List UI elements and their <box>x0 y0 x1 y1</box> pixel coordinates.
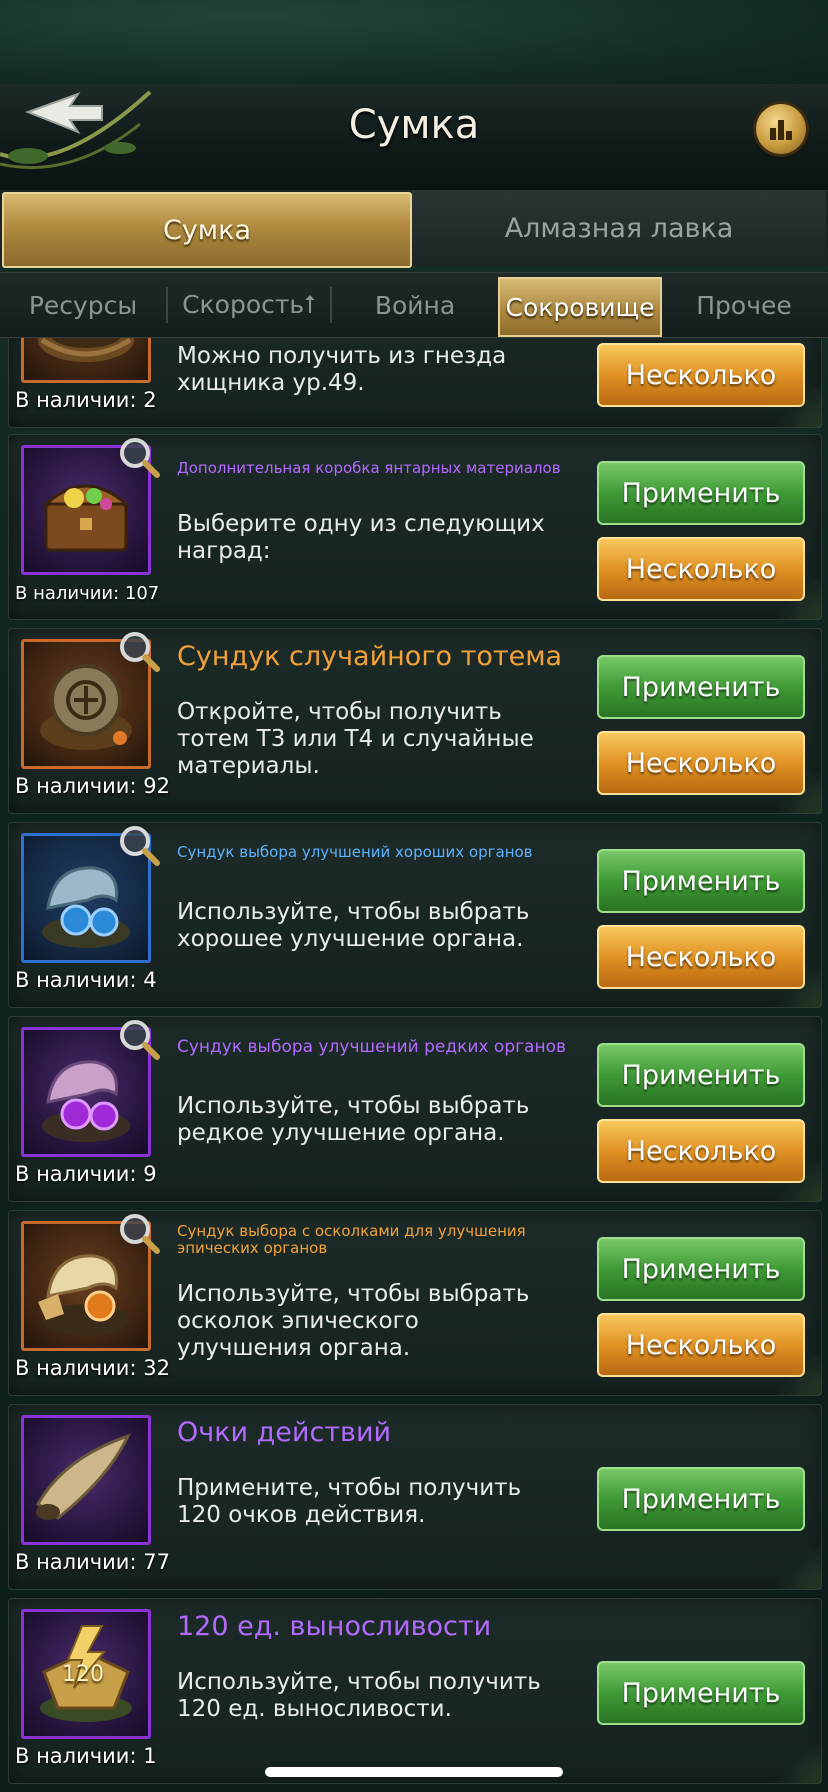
item-description: Выберите одну из следующих наград: <box>177 511 545 564</box>
tab-bag[interactable]: Сумка <box>2 192 412 268</box>
tab-diamond-shop[interactable]: Алмазная лавка <box>412 190 826 266</box>
list-item: В наличии: 4 Сундук выбора улучшений хор… <box>8 822 822 1008</box>
item-description: Используйте, чтобы выбрать осколок эпиче… <box>177 1281 530 1361</box>
tab-treasure[interactable]: Сокровище <box>498 277 662 337</box>
apply-button[interactable]: Применить <box>597 461 805 525</box>
magnifier-icon <box>120 632 160 672</box>
item-count: В наличии: 9 <box>15 1162 157 1186</box>
apply-button[interactable]: Применить <box>597 1237 805 1301</box>
use-multiple-button[interactable]: Несколько <box>597 1313 805 1377</box>
list-item: В наличии: 2 Можно получить из гнезда хи… <box>8 338 822 428</box>
apply-button[interactable]: Применить <box>597 1467 805 1531</box>
list-item: В наличии: 32 Сундук выбора с осколками … <box>8 1210 822 1396</box>
item-count: В наличии: 107 <box>15 583 160 604</box>
bar-chart-icon <box>770 120 792 140</box>
tab-other[interactable]: Прочее <box>660 273 828 337</box>
item-icon-frame: 120 <box>21 1609 151 1739</box>
list-item: В наличии: 107 Дополнительная коробка ян… <box>8 434 822 620</box>
tab-resources[interactable]: Ресурсы <box>0 273 166 337</box>
item-count: В наличии: 4 <box>15 968 157 992</box>
item-count: В наличии: 1 <box>15 1744 157 1768</box>
item-count: В наличии: 2 <box>15 388 157 412</box>
item-title: Сундук выбора улучшений редких органов <box>177 1037 566 1057</box>
item-description: Откройте, чтобы получить тотем T3 или T4… <box>177 699 534 779</box>
magnifier-icon <box>120 826 160 866</box>
stats-button[interactable] <box>756 104 806 154</box>
item-list[interactable]: В наличии: 2 Можно получить из гнезда хи… <box>0 338 828 1792</box>
magnifier-icon <box>120 1214 160 1254</box>
horn-icon <box>36 1433 131 1520</box>
list-item: В наличии: 92 Сундук случайного тотема О… <box>8 628 822 814</box>
magnifier-icon <box>120 1020 160 1060</box>
tab-speed[interactable]: Скорость⭡ <box>168 273 330 337</box>
tab-war[interactable]: Война <box>332 273 498 337</box>
item-count: В наличии: 92 <box>15 774 170 798</box>
main-tabs: Сумка Алмазная лавка <box>0 190 828 268</box>
item-icon-frame <box>21 338 151 383</box>
item-icon-label: 120 <box>62 1662 104 1687</box>
use-multiple-button[interactable]: Несколько <box>597 925 805 989</box>
item-icon-frame <box>21 1415 151 1545</box>
item-description: Примените, чтобы получить 120 очков дейс… <box>177 1475 522 1528</box>
item-title: Сундук выбора с осколками для улучшения … <box>177 1222 526 1257</box>
item-title: Очки действий <box>177 1417 392 1448</box>
inspect-button[interactable] <box>117 629 161 673</box>
inspect-button[interactable] <box>117 1017 161 1061</box>
magnifier-icon <box>120 438 160 478</box>
inspect-button[interactable] <box>117 435 161 479</box>
back-button[interactable] <box>0 84 160 190</box>
item-description: Используйте, чтобы получить 120 ед. выно… <box>177 1669 541 1722</box>
item-count: В наличии: 32 <box>15 1356 170 1380</box>
home-indicator[interactable] <box>265 1767 563 1777</box>
list-item: В наличии: 9 Сундук выбора улучшений ред… <box>8 1016 822 1202</box>
apply-button[interactable]: Применить <box>597 1043 805 1107</box>
apply-button[interactable]: Применить <box>597 849 805 913</box>
use-multiple-button[interactable]: Несколько <box>597 343 805 407</box>
list-item: В наличии: 77 Очки действий Примените, ч… <box>8 1404 822 1590</box>
item-description: Можно получить из гнезда хищника ур.49. <box>177 343 507 396</box>
list-item: 120 В наличии: 1 120 ед. выносливости Ис… <box>8 1598 822 1784</box>
inspect-button[interactable] <box>117 1211 161 1255</box>
header-bar: Сумка <box>0 84 828 192</box>
item-title: Сундук случайного тотема <box>177 641 563 672</box>
top-background <box>0 0 828 84</box>
inspect-button[interactable] <box>117 823 161 867</box>
page-title: Сумка <box>348 102 480 148</box>
item-count: В наличии: 77 <box>15 1550 170 1574</box>
use-multiple-button[interactable]: Несколько <box>597 537 805 601</box>
item-description: Используйте, чтобы выбрать хорошее улучш… <box>177 899 530 952</box>
apply-button[interactable]: Применить <box>597 655 805 719</box>
apply-button[interactable]: Применить <box>597 1661 805 1725</box>
use-multiple-button[interactable]: Несколько <box>597 731 805 795</box>
nest-icon <box>38 338 134 362</box>
category-tabs: Ресурсы Скорость⭡ Война Сокровище Прочее <box>0 272 828 338</box>
item-description: Используйте, чтобы выбрать редкое улучше… <box>177 1093 530 1146</box>
item-title: 120 ед. выносливости <box>177 1611 492 1642</box>
item-title: Сундук выбора улучшений хороших органов <box>177 843 533 861</box>
item-title: Дополнительная коробка янтарных материал… <box>177 459 561 477</box>
use-multiple-button[interactable]: Несколько <box>597 1119 805 1183</box>
back-arrow-icon <box>0 90 152 170</box>
